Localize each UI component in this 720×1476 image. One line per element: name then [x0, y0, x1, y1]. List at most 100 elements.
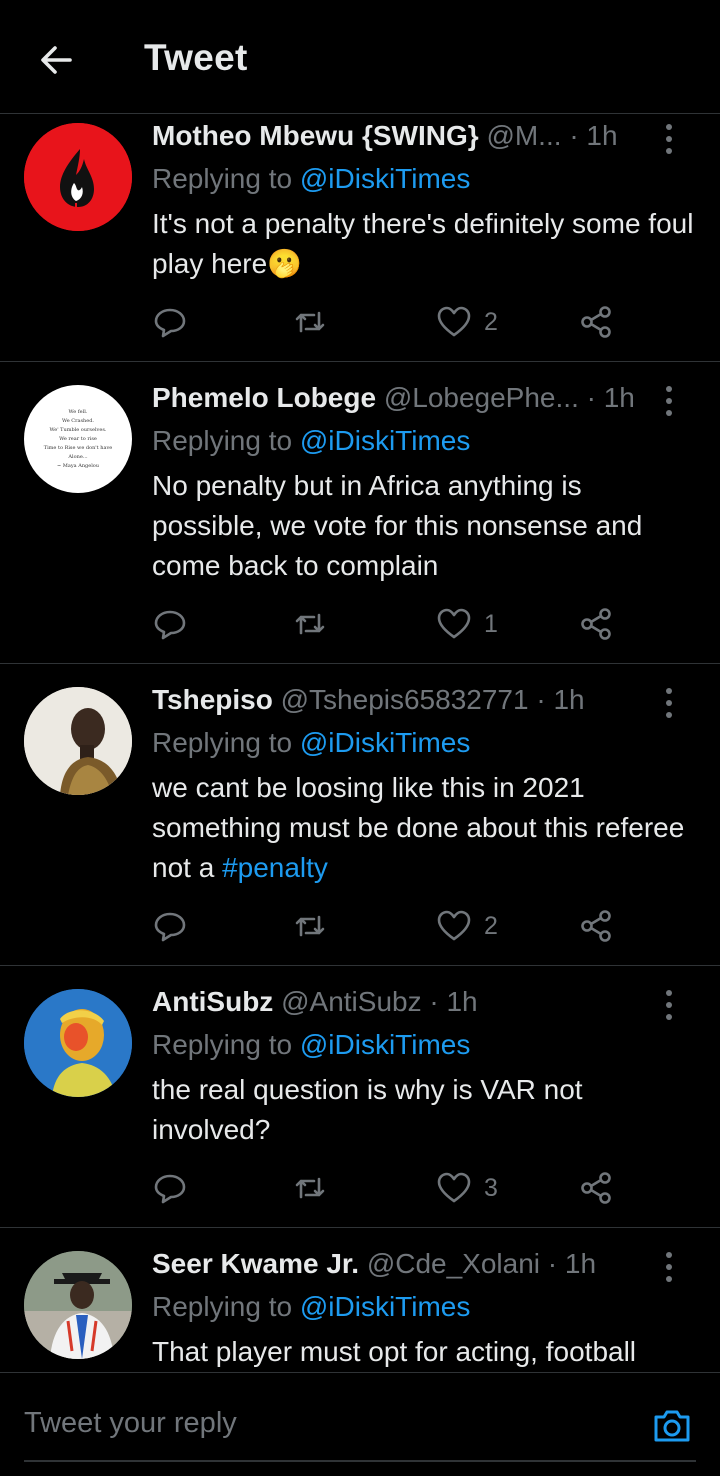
replying-to: Replying to @iDiskiTimes [152, 163, 471, 194]
timestamp[interactable]: 1h [586, 120, 617, 151]
author-handle[interactable]: @M... [486, 120, 561, 151]
timestamp[interactable]: 1h [565, 1248, 596, 1279]
profile-photo [24, 989, 132, 1097]
flame-logo-icon [24, 123, 132, 231]
timestamp[interactable]: 1h [446, 986, 477, 1017]
top-bar: Tweet [0, 0, 720, 114]
replies-feed[interactable]: Motheo Mbewu {SWING} @M... · 1h Replying… [0, 115, 720, 1372]
share-button[interactable] [578, 1166, 614, 1210]
author-name[interactable]: Seer Kwame Jr. [152, 1248, 359, 1279]
like-count: 1 [484, 609, 498, 638]
tweet-item[interactable]: Tshepiso @Tshepis65832771 · 1h Replying … [0, 664, 720, 966]
mention-link[interactable]: @iDiskiTimes [300, 163, 471, 194]
heart-icon [437, 910, 471, 941]
author-handle[interactable]: @AntiSubz [281, 986, 422, 1017]
tweet-actions: 3 [152, 1166, 652, 1210]
more-options-button[interactable] [654, 1250, 684, 1284]
reply-button[interactable] [152, 1166, 188, 1210]
replying-to: Replying to @iDiskiTimes [152, 1291, 471, 1322]
mention-link[interactable]: @iDiskiTimes [300, 1291, 471, 1322]
share-button[interactable] [578, 904, 614, 948]
profile-photo [24, 1251, 132, 1359]
reply-button[interactable] [152, 904, 188, 948]
reply-icon [154, 308, 186, 338]
retweet-button[interactable] [292, 904, 328, 948]
avatar[interactable] [24, 123, 132, 231]
tweet-item[interactable]: Motheo Mbewu {SWING} @M... · 1h Replying… [0, 115, 720, 362]
reply-icon [154, 1174, 186, 1204]
reply-composer: Tweet your reply [0, 1372, 720, 1476]
camera-icon [654, 1410, 690, 1442]
author-name[interactable]: Motheo Mbewu {SWING} [152, 120, 479, 151]
author-name[interactable]: Phemelo Lobege [152, 382, 376, 413]
tweet-actions: 2 [152, 300, 652, 344]
reply-input[interactable]: Tweet your reply [24, 1407, 237, 1440]
tweet-item[interactable]: Seer Kwame Jr. @Cde_Xolani · 1h Replying… [0, 1228, 720, 1372]
camera-button[interactable] [650, 1404, 694, 1448]
tweet-text: the real question is why is VAR not invo… [152, 1074, 583, 1145]
replying-to: Replying to @iDiskiTimes [152, 1029, 471, 1060]
separator-dot: · [586, 382, 596, 413]
reply-icon [154, 912, 186, 942]
heart-icon [437, 1172, 471, 1203]
tweet-item[interactable]: AntiSubz @AntiSubz · 1h Replying to @iDi… [0, 966, 720, 1228]
like-button[interactable]: 2 [436, 904, 498, 948]
like-button[interactable]: 1 [436, 602, 498, 646]
like-count: 3 [484, 1173, 498, 1202]
share-icon [581, 1172, 611, 1204]
retweet-icon [295, 915, 325, 937]
avatar[interactable] [24, 1251, 132, 1359]
separator-dot: · [429, 986, 439, 1017]
profile-photo [24, 687, 132, 795]
tweet-item[interactable]: We fell. We Crashed. We' Tumble ourselve… [0, 362, 720, 664]
author-handle[interactable]: @Tshepis65832771 [281, 684, 529, 715]
more-options-button[interactable] [654, 122, 684, 156]
back-button[interactable] [34, 38, 78, 82]
heart-icon [437, 306, 471, 337]
avatar[interactable] [24, 989, 132, 1097]
author-name[interactable]: AntiSubz [152, 986, 273, 1017]
like-count: 2 [484, 307, 498, 336]
retweet-button[interactable] [292, 1166, 328, 1210]
author-name[interactable]: Tshepiso [152, 684, 273, 715]
retweet-button[interactable] [292, 602, 328, 646]
author-handle[interactable]: @Cde_Xolani [367, 1248, 540, 1279]
separator-dot: · [569, 120, 579, 151]
divider [24, 1460, 696, 1462]
replying-to: Replying to @iDiskiTimes [152, 727, 471, 758]
separator-dot: · [536, 684, 546, 715]
like-count: 2 [484, 911, 498, 940]
avatar[interactable] [24, 687, 132, 795]
separator-dot: · [547, 1248, 558, 1279]
timestamp[interactable]: 1h [553, 684, 584, 715]
share-button[interactable] [578, 300, 614, 344]
page-title: Tweet [144, 37, 248, 78]
hashtag-link[interactable]: #penalty [222, 852, 328, 883]
retweet-icon [295, 1177, 325, 1199]
author-handle[interactable]: @LobegePhe... [384, 382, 579, 413]
timestamp[interactable]: 1h [604, 382, 635, 413]
mention-link[interactable]: @iDiskiTimes [300, 1029, 471, 1060]
retweet-button[interactable] [292, 300, 328, 344]
retweet-icon [295, 311, 325, 333]
reply-icon [154, 610, 186, 640]
share-icon [581, 910, 611, 942]
like-button[interactable]: 3 [436, 1166, 498, 1210]
tweet-text: No penalty but in Africa anything is pos… [152, 470, 643, 581]
replying-to: Replying to @iDiskiTimes [152, 425, 471, 456]
mention-link[interactable]: @iDiskiTimes [300, 425, 471, 456]
more-options-button[interactable] [654, 686, 684, 720]
share-button[interactable] [578, 602, 614, 646]
reply-button[interactable] [152, 602, 188, 646]
heart-icon [437, 608, 471, 639]
share-icon [581, 306, 611, 338]
more-options-button[interactable] [654, 988, 684, 1022]
tweet-text: we cant be loosing like this in 2021 som… [152, 772, 685, 883]
more-options-button[interactable] [654, 384, 684, 418]
reply-button[interactable] [152, 300, 188, 344]
avatar[interactable]: We fell. We Crashed. We' Tumble ourselve… [24, 385, 132, 493]
tweet-actions: 1 [152, 602, 652, 646]
like-button[interactable]: 2 [436, 300, 498, 344]
emoji: 🫢 [267, 248, 303, 279]
mention-link[interactable]: @iDiskiTimes [300, 727, 471, 758]
